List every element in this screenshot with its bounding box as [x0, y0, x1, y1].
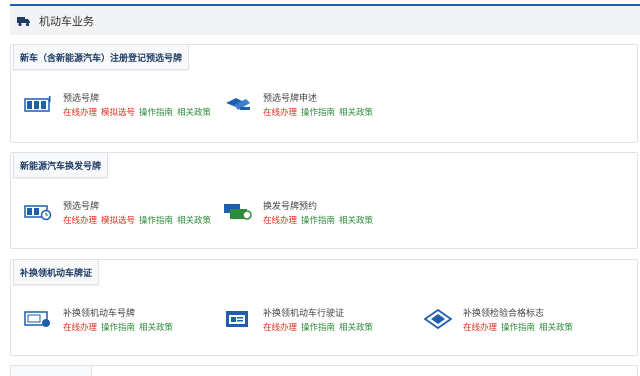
plate-replace-icon	[23, 308, 53, 330]
truck-icon	[17, 15, 31, 27]
guide-link[interactable]: 操作指南	[139, 215, 173, 227]
online-handle-link[interactable]: 在线办理	[263, 215, 297, 227]
service-item-plate-replace: 补换领机动车号牌 在线办理 操作指南 相关政策	[23, 308, 173, 334]
online-handle-link[interactable]: 在线办理	[63, 322, 97, 334]
panel-nev-plate-reissue: 新能源汽车换发号牌 预选号牌 在线办理 模拟选号 操作指南 相关政策 换发号牌预…	[10, 152, 638, 249]
policy-link[interactable]: 相关政策	[339, 215, 373, 227]
plate-appeal-icon	[223, 93, 253, 115]
simulate-select-link[interactable]: 模拟选号	[101, 107, 135, 119]
online-handle-link[interactable]: 在线办理	[63, 107, 97, 119]
service-name: 补换领检验合格标志	[463, 309, 545, 319]
guide-link[interactable]: 操作指南	[301, 215, 335, 227]
license-card-icon	[223, 308, 253, 330]
service-name: 换发号牌预约	[263, 202, 318, 212]
guide-link[interactable]: 操作指南	[101, 322, 135, 334]
service-item-plate-select: 预选号牌 在线办理 模拟选号 操作指南 相关政策	[23, 201, 211, 227]
guide-link[interactable]: 操作指南	[301, 107, 335, 119]
panel-title: 新能源汽车换发号牌	[13, 153, 109, 178]
panel-new-car-plate: 新车（含新能源汽车）注册登记预选号牌 预选号牌 在线办理 模拟选号 操作指南 相…	[10, 44, 638, 143]
online-handle-link[interactable]: 在线办理	[63, 215, 97, 227]
service-item-license-replace: 补换领机动车行驶证 在线办理 操作指南 相关政策	[223, 308, 373, 334]
inspection-badge-icon	[423, 308, 453, 330]
panel-replace-plate-license: 补换领机动车牌证 补换领机动车号牌 在线办理 操作指南 相关政策 补换领机动车行…	[10, 259, 638, 356]
policy-link[interactable]: 相关政策	[539, 322, 573, 334]
policy-link[interactable]: 相关政策	[177, 107, 211, 119]
guide-link[interactable]: 操作指南	[139, 107, 173, 119]
service-name: 预选号牌	[63, 94, 100, 104]
guide-link[interactable]: 操作指南	[501, 322, 535, 334]
service-item-inspection-mark: 补换领检验合格标志 在线办理 操作指南 相关政策	[423, 308, 573, 334]
service-name: 补换领机动车行驶证	[263, 309, 345, 319]
service-name: 补换领机动车号牌	[63, 309, 136, 319]
service-name: 预选号牌申述	[263, 94, 318, 104]
policy-link[interactable]: 相关政策	[177, 215, 211, 227]
online-handle-link[interactable]: 在线办理	[263, 322, 297, 334]
panel-title: 新车（含新能源汽车）注册登记预选号牌	[13, 45, 190, 70]
section-header: 机动车业务	[10, 6, 640, 35]
online-handle-link[interactable]: 在线办理	[263, 107, 297, 119]
online-handle-link[interactable]: 在线办理	[463, 322, 497, 334]
plate-select-icon	[23, 93, 53, 115]
next-panel-tab	[13, 366, 92, 376]
simulate-select-link[interactable]: 模拟选号	[101, 215, 135, 227]
policy-link[interactable]: 相关政策	[339, 322, 373, 334]
page-title: 机动车业务	[39, 14, 94, 28]
policy-link[interactable]: 相关政策	[339, 107, 373, 119]
service-item-plate-select: 预选号牌 在线办理 模拟选号 操作指南 相关政策	[23, 93, 211, 119]
plate-select-clock-icon	[23, 201, 53, 223]
service-item-plate-reissue: 换发号牌预约 在线办理 操作指南 相关政策	[223, 201, 373, 227]
service-item-plate-appeal: 预选号牌申述 在线办理 操作指南 相关政策	[223, 93, 373, 119]
panel-title: 补换领机动车牌证	[13, 260, 100, 285]
service-name: 预选号牌	[63, 202, 100, 212]
plate-reissue-icon	[223, 201, 253, 223]
guide-link[interactable]: 操作指南	[301, 322, 335, 334]
policy-link[interactable]: 相关政策	[139, 322, 173, 334]
